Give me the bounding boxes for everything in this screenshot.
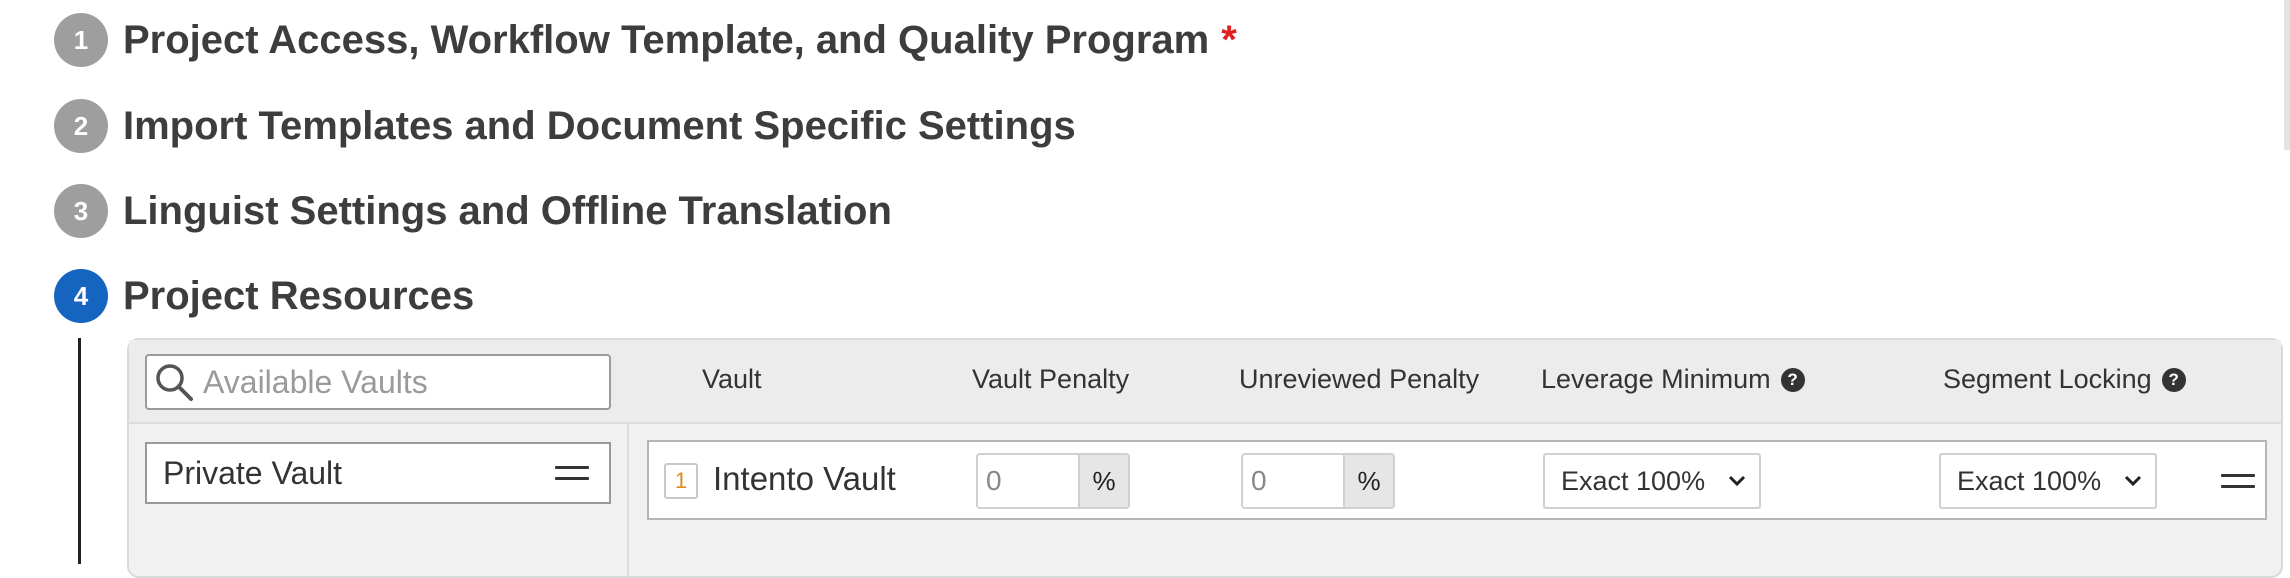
drag-handle-icon[interactable] xyxy=(555,466,589,480)
step-2-title[interactable]: Import Templates and Document Specific S… xyxy=(123,104,1076,149)
column-header-segment-locking: Segment Locking ? xyxy=(1943,364,2186,395)
segment-locking-label: Segment Locking xyxy=(1943,364,2152,394)
unreviewed-penalty-input[interactable] xyxy=(1243,455,1343,507)
column-header-leverage-minimum: Leverage Minimum ? xyxy=(1541,364,1805,395)
drag-handle-icon[interactable] xyxy=(2221,474,2255,488)
vault-rank-badge: 1 xyxy=(664,463,698,499)
leverage-minimum-value: Exact 100% xyxy=(1561,465,1706,496)
step-3[interactable]: 3 Linguist Settings and Offline Translat… xyxy=(54,183,892,239)
segment-locking-value: Exact 100% xyxy=(1957,465,2102,496)
available-vaults-header xyxy=(129,340,629,424)
available-vault-item[interactable]: Private Vault xyxy=(145,442,611,504)
vault-search-box[interactable] xyxy=(145,354,611,410)
step-4-number: 4 xyxy=(54,269,108,323)
step-1[interactable]: 1 Project Access, Workflow Template, and… xyxy=(54,12,1237,68)
step-2-number: 2 xyxy=(54,99,108,153)
step-1-title[interactable]: Project Access, Workflow Template, and Q… xyxy=(123,18,1237,63)
segment-locking-select[interactable]: Exact 100% xyxy=(1939,453,2157,509)
vault-penalty-input[interactable] xyxy=(978,455,1078,507)
leverage-minimum-select[interactable]: Exact 100% xyxy=(1543,453,1761,509)
step-3-title[interactable]: Linguist Settings and Offline Translatio… xyxy=(123,189,892,234)
percent-addon: % xyxy=(1078,455,1128,507)
chevron-down-icon xyxy=(2124,475,2142,487)
page-scrollbar[interactable] xyxy=(2284,0,2290,150)
available-vaults-column: Private Vault xyxy=(129,340,629,576)
step-1-number: 1 xyxy=(54,13,108,67)
vault-name: Intento Vault xyxy=(713,460,896,497)
step-4-title[interactable]: Project Resources xyxy=(123,274,474,319)
step-1-title-text: Project Access, Workflow Template, and Q… xyxy=(123,17,1210,62)
vault-table-row: 1 Intento Vault % % Exact 100% Exact 100… xyxy=(647,440,2267,520)
required-asterisk: * xyxy=(1221,17,1237,62)
column-header-vault: Vault xyxy=(702,364,762,394)
column-header-vault-penalty: Vault Penalty xyxy=(972,364,1130,394)
step-connector-line xyxy=(78,338,81,564)
vault-search-input[interactable] xyxy=(201,362,605,402)
vault-table-header: Vault Vault Penalty Unreviewed Penalty L… xyxy=(629,340,2281,424)
available-vault-label: Private Vault xyxy=(163,454,343,491)
step-4[interactable]: 4 Project Resources xyxy=(54,268,474,324)
vault-penalty-field[interactable]: % xyxy=(976,453,1130,509)
percent-addon: % xyxy=(1343,455,1393,507)
help-icon[interactable]: ? xyxy=(2161,367,2186,392)
chevron-down-icon xyxy=(1728,475,1746,487)
help-icon[interactable]: ? xyxy=(1780,367,1805,392)
unreviewed-penalty-field[interactable]: % xyxy=(1241,453,1395,509)
column-header-unreviewed-penalty: Unreviewed Penalty xyxy=(1239,364,1480,394)
search-icon xyxy=(156,364,193,401)
leverage-minimum-label: Leverage Minimum xyxy=(1541,364,1771,394)
project-resources-panel: Private Vault Vault Vault Penalty Unrevi… xyxy=(127,338,2283,578)
step-2[interactable]: 2 Import Templates and Document Specific… xyxy=(54,98,1076,154)
step-3-number: 3 xyxy=(54,184,108,238)
